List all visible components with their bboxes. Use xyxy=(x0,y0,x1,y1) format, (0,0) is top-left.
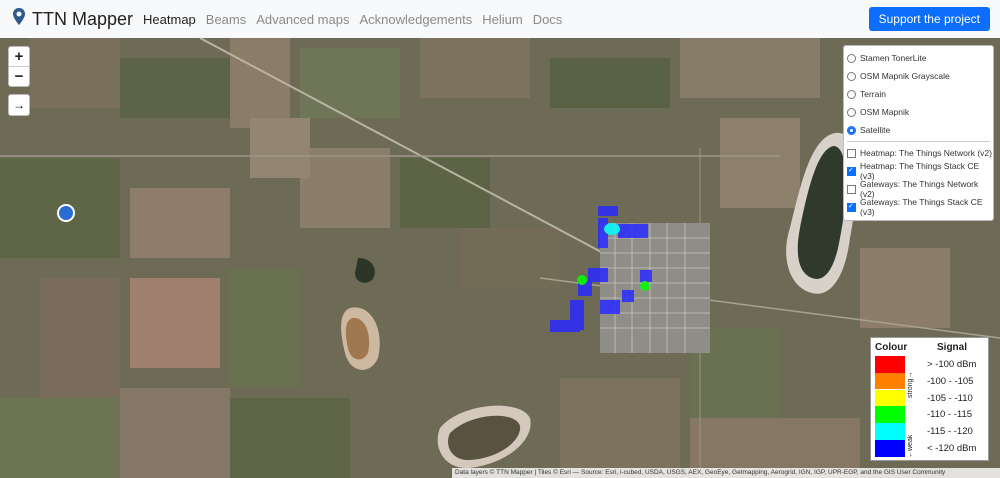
legend-swatch xyxy=(875,423,905,440)
layer-label: OSM Mapnik xyxy=(860,107,910,117)
checkbox-icon[interactable] xyxy=(847,148,856,158)
nav-helium[interactable]: Helium xyxy=(482,12,522,27)
map-pin-icon xyxy=(12,7,26,32)
layer-label: Gateways: The Things Stack CE (v3) xyxy=(860,197,983,217)
zoom-control: + − xyxy=(8,46,30,87)
nav-acknowledgements[interactable]: Acknowledgements xyxy=(359,12,472,27)
overlay-heatmap-v3[interactable]: Heatmap: The Things Stack CE (v3) xyxy=(844,161,993,181)
layer-label: Terrain xyxy=(860,89,886,99)
zoom-out-button[interactable]: − xyxy=(9,66,29,86)
layer-label: Heatmap: The Things Network (v2) xyxy=(860,148,992,158)
top-navbar: TTN Mapper Heatmap Beams Advanced maps A… xyxy=(0,0,1000,39)
legend-signal-header: Signal xyxy=(937,342,968,353)
legend-swatch xyxy=(875,372,905,390)
layer-label: Gateways: The Things Network (v2) xyxy=(860,179,979,199)
radio-icon[interactable] xyxy=(847,125,856,135)
base-layer-osm-grayscale[interactable]: OSM Mapnik Grayscale xyxy=(844,67,993,85)
base-layer-osm-mapnik[interactable]: OSM Mapnik xyxy=(844,103,993,121)
layer-label: Heatmap: The Things Stack CE (v3) xyxy=(860,161,980,181)
legend-label: > -100 dBm xyxy=(927,359,977,370)
overlay-gateways-v3[interactable]: Gateways: The Things Stack CE (v3) xyxy=(844,197,993,217)
map-attribution: Data layers © TTN Mapper | Tiles © Esri … xyxy=(452,468,1000,478)
nav-heatmap[interactable]: Heatmap xyxy=(143,12,196,27)
base-layer-satellite[interactable]: Satellite xyxy=(844,121,993,139)
signal-legend: Colour Signal strong→ ←weak > -100 dBm -1… xyxy=(870,337,989,461)
checkbox-icon[interactable] xyxy=(847,166,856,176)
legend-label: -100 - -105 xyxy=(927,375,974,387)
support-project-button[interactable]: Support the project xyxy=(868,7,990,31)
base-layer-terrain[interactable]: Terrain xyxy=(844,85,993,103)
layer-control: Stamen TonerLite OSM Mapnik Grayscale Te… xyxy=(843,45,994,221)
legend-swatch xyxy=(875,406,905,423)
legend-label: -110 - -115 xyxy=(927,409,973,421)
legend-strong-label: strong→ xyxy=(907,371,914,398)
legend-colour-header: Colour xyxy=(875,342,908,353)
zoom-in-button[interactable]: + xyxy=(9,47,29,66)
radio-icon[interactable] xyxy=(847,53,856,63)
checkbox-icon[interactable] xyxy=(847,184,856,194)
legend-label: -115 - -120 xyxy=(927,426,973,438)
gateway-marker-icon[interactable] xyxy=(57,204,75,222)
layer-label: Satellite xyxy=(860,125,891,135)
legend-label: -105 - -110 xyxy=(927,392,973,404)
radio-icon[interactable] xyxy=(847,89,856,99)
overlay-heatmap-v2[interactable]: Heatmap: The Things Network (v2) xyxy=(844,144,993,162)
legend-swatch xyxy=(875,440,905,457)
radio-icon[interactable] xyxy=(847,107,856,117)
nav-advanced-maps[interactable]: Advanced maps xyxy=(256,12,349,27)
base-layer-stamen[interactable]: Stamen TonerLite xyxy=(844,49,993,67)
radio-icon[interactable] xyxy=(847,71,856,81)
legend-label: < -120 dBm xyxy=(927,443,977,454)
layer-label: OSM Mapnik Grayscale xyxy=(860,71,950,81)
arrow-right-icon[interactable]: → xyxy=(8,94,30,116)
nav-docs[interactable]: Docs xyxy=(533,12,563,27)
checkbox-icon[interactable] xyxy=(847,202,856,212)
layer-label: Stamen TonerLite xyxy=(860,53,927,63)
legend-swatch xyxy=(875,389,905,407)
layer-divider xyxy=(847,141,990,142)
brand[interactable]: TTN Mapper xyxy=(12,7,133,32)
brand-title: TTN Mapper xyxy=(32,8,134,29)
nav-beams[interactable]: Beams xyxy=(206,12,246,27)
legend-weak-label: ←weak xyxy=(907,434,914,458)
legend-swatch xyxy=(875,356,905,373)
overlay-gateways-v2[interactable]: Gateways: The Things Network (v2) xyxy=(844,179,993,199)
